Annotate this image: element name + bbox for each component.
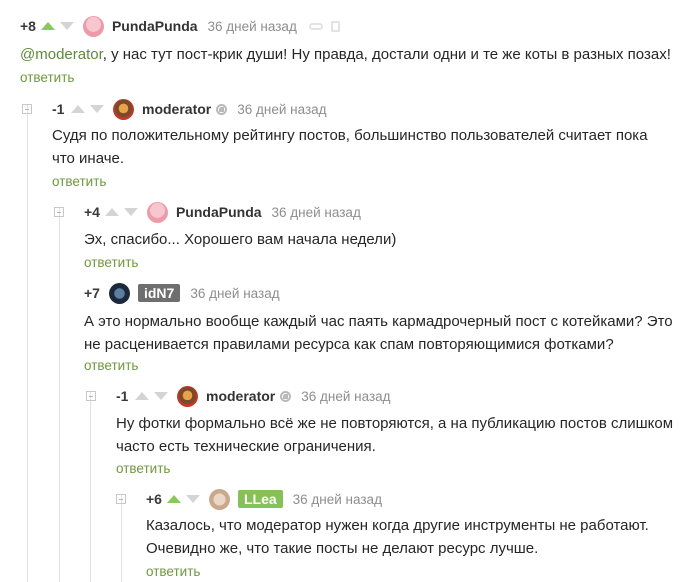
reply-link[interactable]: ответить bbox=[84, 255, 138, 270]
comment-rating: +7 bbox=[84, 285, 100, 301]
downvote-icon[interactable] bbox=[185, 495, 200, 503]
collapse-toggle[interactable] bbox=[116, 494, 126, 504]
timestamp[interactable]: 36 дней назад bbox=[301, 389, 390, 404]
downvote-icon[interactable] bbox=[154, 392, 168, 400]
comment-text: А это нормально вообще каждый час паять … bbox=[84, 313, 673, 353]
moderator-icon bbox=[216, 103, 228, 115]
comment-text: Казалось, что модератор нужен когда друг… bbox=[146, 517, 649, 557]
comment-text: Ну фотки формально всё же не повторяются… bbox=[116, 415, 674, 455]
username[interactable]: PundaPunda bbox=[176, 204, 262, 220]
collapse-toggle[interactable] bbox=[86, 391, 96, 401]
thread-line bbox=[121, 495, 122, 582]
comment-text: Эх, спасибо... Хорошего вам начала недел… bbox=[84, 231, 397, 248]
timestamp[interactable]: 36 дней назад bbox=[272, 205, 361, 220]
comment-header: +4 PundaPunda 36 дней назад bbox=[84, 201, 361, 223]
bookmark-icon[interactable] bbox=[330, 20, 340, 32]
upvote-icon[interactable] bbox=[135, 392, 149, 400]
comment-rating: +6 bbox=[146, 491, 162, 507]
upvote-icon[interactable] bbox=[166, 495, 181, 503]
moderator-icon bbox=[280, 390, 292, 402]
downvote-icon[interactable] bbox=[59, 22, 74, 30]
avatar[interactable] bbox=[108, 282, 130, 304]
timestamp[interactable]: 36 дней назад bbox=[208, 19, 297, 34]
upvote-icon[interactable] bbox=[71, 105, 85, 113]
link-icon[interactable] bbox=[308, 22, 323, 30]
avatar[interactable] bbox=[208, 488, 230, 510]
timestamp[interactable]: 36 дней назад bbox=[190, 286, 279, 301]
reply-link[interactable]: ответить bbox=[146, 564, 200, 579]
thread-line bbox=[59, 208, 60, 582]
collapse-toggle[interactable] bbox=[54, 207, 64, 217]
reply-link[interactable]: ответить bbox=[52, 174, 106, 189]
avatar[interactable] bbox=[146, 201, 168, 223]
comment-header: -1 moderator 36 дней назад bbox=[52, 98, 327, 120]
username[interactable]: PundaPunda bbox=[112, 18, 198, 34]
reply-link[interactable]: ответить bbox=[84, 358, 138, 373]
upvote-icon[interactable] bbox=[40, 22, 55, 30]
timestamp[interactable]: 36 дней назад bbox=[293, 492, 382, 507]
comment-header: +8 PundaPunda 36 дней назад bbox=[20, 15, 340, 37]
reply-link[interactable]: ответить bbox=[116, 461, 170, 476]
comment-header: -1 moderator 36 дней назад bbox=[116, 385, 391, 407]
comment-rating: +8 bbox=[20, 18, 36, 34]
comment-header: +7 idN7 36 дней назад bbox=[84, 282, 280, 304]
reply-link[interactable]: ответить bbox=[20, 70, 74, 85]
avatar[interactable] bbox=[82, 15, 104, 37]
downvote-icon[interactable] bbox=[123, 208, 138, 216]
mention-link[interactable]: @moderator bbox=[20, 46, 103, 63]
comment-text: Судя по положительному рейтингу постов, … bbox=[52, 127, 648, 167]
comment-text: @moderator, у нас тут пост-крик души! Ну… bbox=[20, 46, 671, 63]
thread-line bbox=[27, 104, 28, 582]
thread-line bbox=[90, 392, 91, 582]
avatar[interactable] bbox=[177, 385, 198, 407]
comment-header: +6 LLea 36 дней назад bbox=[146, 488, 382, 510]
username[interactable]: idN7 bbox=[137, 284, 181, 302]
comment-rating: -1 bbox=[52, 101, 65, 117]
username[interactable]: LLea bbox=[237, 490, 283, 508]
comment-rating: +4 bbox=[84, 204, 100, 220]
avatar[interactable] bbox=[113, 98, 134, 120]
comment-rating: -1 bbox=[116, 388, 129, 404]
timestamp[interactable]: 36 дней назад bbox=[237, 102, 326, 117]
collapse-toggle[interactable] bbox=[22, 104, 32, 114]
upvote-icon[interactable] bbox=[104, 208, 119, 216]
username[interactable]: moderator bbox=[142, 101, 211, 117]
username[interactable]: moderator bbox=[206, 388, 275, 404]
downvote-icon[interactable] bbox=[90, 105, 104, 113]
